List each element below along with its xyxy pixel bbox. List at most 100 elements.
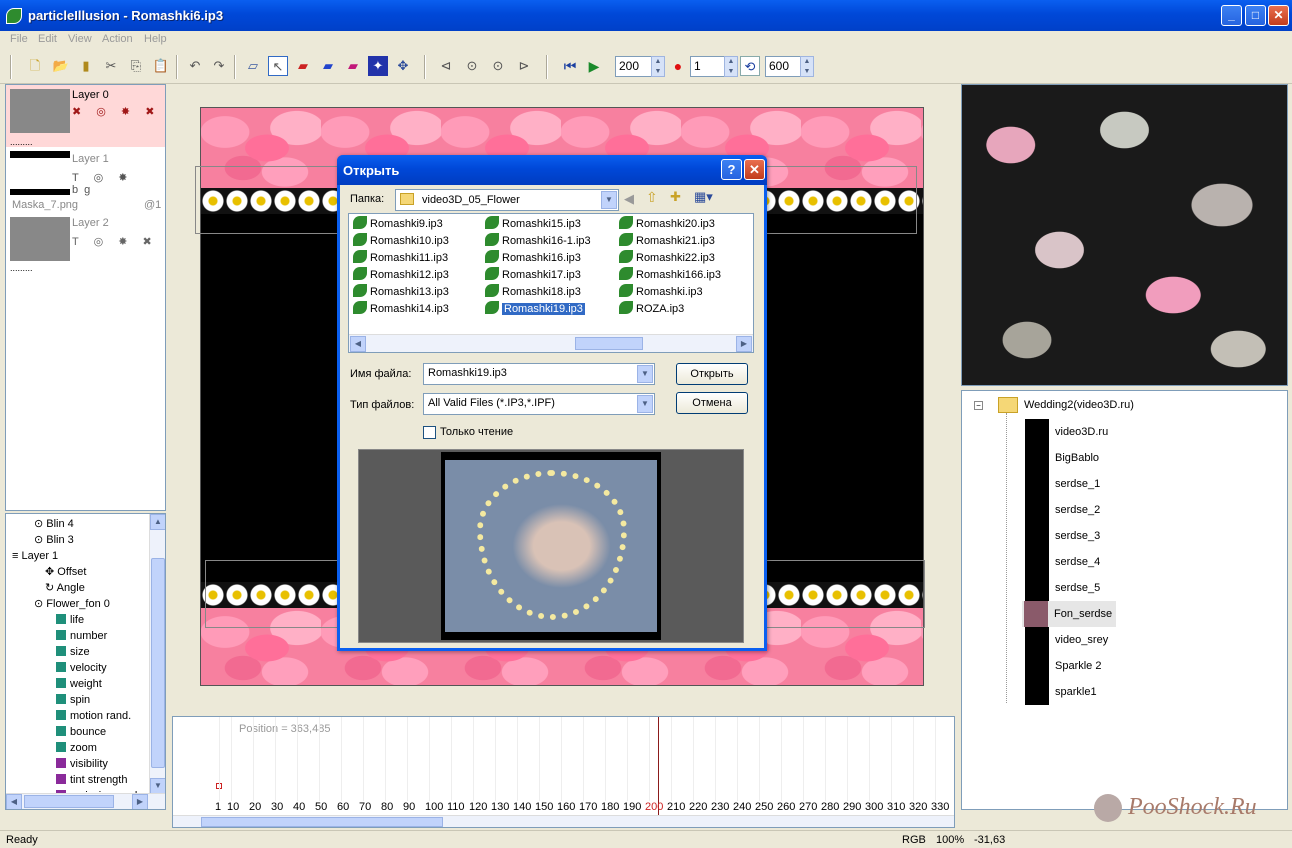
maximize-button[interactable]: □	[1245, 5, 1266, 26]
file-item[interactable]: Romashki12.ip3	[353, 267, 449, 284]
record-icon[interactable]: ●	[668, 56, 688, 76]
tree-item[interactable]: motion rand.	[56, 708, 131, 724]
emitter-item[interactable]: serdse_4	[963, 549, 1263, 575]
file-item[interactable]: Romashki20.ip3	[619, 216, 715, 233]
tree-item[interactable]: ⊙ Blin 4	[34, 516, 74, 532]
save-icon[interactable]: ▮	[76, 56, 96, 76]
play-icon[interactable]: ▶	[584, 56, 604, 76]
library-root[interactable]: Wedding2(video3D.ru)	[1024, 399, 1134, 411]
emitter-item[interactable]: serdse_3	[963, 523, 1263, 549]
hscroll-thumb[interactable]	[24, 795, 114, 808]
chevron-down-icon[interactable]: ▼	[637, 395, 653, 413]
copy-icon[interactable]: ⎘	[126, 56, 146, 76]
tree-item[interactable]: zoom	[56, 740, 97, 756]
dialog-help-button[interactable]: ?	[721, 159, 742, 180]
open-button[interactable]: Открыть	[676, 363, 748, 385]
readonly-checkbox[interactable]	[423, 426, 436, 439]
rect-select-icon[interactable]: ▱	[243, 56, 263, 76]
file-item[interactable]: Romashki13.ip3	[353, 284, 449, 301]
up-folder-icon[interactable]: ⇧	[646, 189, 658, 206]
layer-flags-icons[interactable]: ✖ ◎ ✸ ✖	[72, 105, 160, 118]
chevron-down-icon[interactable]: ▼	[601, 191, 617, 209]
total-frames-stepper[interactable]: ▲ ▼	[800, 56, 814, 77]
layer-row-selected[interactable]: Layer 0 ✖ ◎ ✸ ✖ .........	[6, 85, 165, 147]
tree-item[interactable]: visibility	[56, 756, 108, 772]
redo-icon[interactable]: ↷	[209, 56, 229, 76]
tree-item[interactable]: number	[56, 628, 107, 644]
emitter-item[interactable]: serdse_2	[963, 497, 1263, 523]
rotate-left-icon[interactable]: ⊲	[436, 56, 456, 76]
file-item[interactable]: Romashki11.ip3	[353, 250, 448, 267]
file-item[interactable]: Romashki14.ip3	[353, 301, 449, 318]
tree-item[interactable]: velocity	[56, 660, 107, 676]
tree-item[interactable]: ↻ Angle	[45, 580, 85, 596]
paste-icon[interactable]: 📋	[151, 56, 171, 76]
menu-file[interactable]: File	[10, 33, 28, 45]
tree-item[interactable]: life	[56, 612, 84, 628]
layer-flags-icons[interactable]: T ◎ ✸ ✖	[72, 235, 158, 248]
emitter-item[interactable]: BigBablo	[963, 445, 1263, 471]
chevron-down-icon[interactable]: ▼	[637, 365, 653, 383]
tree-scrollbar[interactable]: ▲ ▼	[149, 514, 165, 794]
deflector-icon[interactable]: ▰	[343, 56, 363, 76]
cancel-button[interactable]: Отмена	[676, 392, 748, 414]
filetype-select[interactable]: All Valid Files (*.IP3,*.IPF) ▼	[423, 393, 655, 415]
timeline-scroll-thumb[interactable]	[201, 817, 443, 827]
red-emitter-icon[interactable]: ▰	[293, 56, 313, 76]
file-item[interactable]: Romashki16.ip3	[485, 250, 581, 267]
file-list-hscrollbar[interactable]: ◀ ▶	[349, 334, 753, 352]
undo-icon[interactable]: ↶	[185, 56, 205, 76]
end-frame-stepper[interactable]: ▲ ▼	[651, 56, 665, 77]
new-folder-icon[interactable]: ✚	[670, 189, 681, 205]
move-tool-icon[interactable]: ✥	[393, 56, 413, 76]
file-item[interactable]: Romashki10.ip3	[353, 233, 449, 250]
views-menu-icon[interactable]: ▦▾	[694, 189, 713, 205]
tree-item[interactable]: ≡ Layer 1	[12, 548, 58, 564]
emitter-item[interactable]: video_srey	[963, 627, 1263, 653]
rotate-right-icon[interactable]: ⊳	[514, 56, 534, 76]
folder-combo[interactable]: video3D_05_Flower ▼	[395, 189, 619, 211]
dialog-close-button[interactable]: ✕	[744, 159, 765, 180]
scroll-down-button[interactable]: ▼	[150, 778, 165, 794]
file-scroll-thumb[interactable]	[575, 337, 643, 350]
open-folder-icon[interactable]: 📂	[51, 56, 71, 76]
tree-item[interactable]: ⊙ Flower_fon 0	[34, 596, 110, 612]
rewind-icon[interactable]: ⏮	[560, 56, 580, 76]
tree-item[interactable]: tint strength	[56, 772, 127, 788]
tree-item[interactable]: spin	[56, 692, 90, 708]
rotate-up-icon[interactable]: ⊙	[462, 56, 482, 76]
new-file-icon[interactable]: 🗋	[25, 56, 45, 76]
cut-icon[interactable]: ✂	[101, 56, 121, 76]
tree-item[interactable]: ⊙ Blin 3	[34, 532, 74, 548]
end-frame-input[interactable]: 200	[615, 56, 653, 77]
file-item[interactable]: Romashki17.ip3	[485, 267, 581, 284]
emitter-item[interactable]: video3D.ru	[963, 419, 1263, 445]
file-item[interactable]: Romashki19.ip3	[485, 301, 585, 318]
close-button[interactable]: ✕	[1268, 5, 1289, 26]
emitter-item[interactable]: Fon_serdse	[1022, 601, 1116, 627]
rotate-down-icon[interactable]: ⊙	[488, 56, 508, 76]
file-item[interactable]: ROZA.ip3	[619, 301, 684, 318]
back-icon[interactable]: ◀	[624, 191, 634, 207]
scroll-thumb[interactable]	[151, 558, 165, 768]
file-item[interactable]: Romashki16-1.ip3	[485, 233, 591, 250]
total-frames-input[interactable]: 600	[765, 56, 802, 77]
menu-view[interactable]: View	[68, 33, 92, 45]
minimize-button[interactable]: _	[1221, 5, 1242, 26]
tree-item[interactable]: weight	[56, 676, 102, 692]
record-frame-stepper[interactable]: ▲ ▼	[724, 56, 738, 77]
particle-view-icon[interactable]: ✦	[368, 56, 388, 76]
scroll-left-button[interactable]: ◀	[350, 336, 366, 352]
menu-action[interactable]: Action	[102, 33, 133, 45]
menu-help[interactable]: Help	[144, 33, 167, 45]
emitter-item[interactable]: sparkle1	[963, 679, 1263, 705]
tree-item[interactable]: size	[56, 644, 90, 660]
menu-edit[interactable]: Edit	[38, 33, 57, 45]
scroll-right-button[interactable]: ▶	[736, 336, 752, 352]
file-item[interactable]: Romashki15.ip3	[485, 216, 581, 233]
scroll-right-button[interactable]: ▶	[132, 794, 148, 809]
tree-hscrollbar[interactable]: ◀ ▶	[6, 793, 165, 809]
emitter-item[interactable]: serdse_1	[963, 471, 1263, 497]
timeline[interactable]: Position = 363,485 1 10 20 30 40 50 60 70 80 90 10…	[172, 716, 955, 828]
blue-emitter-icon[interactable]: ▰	[318, 56, 338, 76]
